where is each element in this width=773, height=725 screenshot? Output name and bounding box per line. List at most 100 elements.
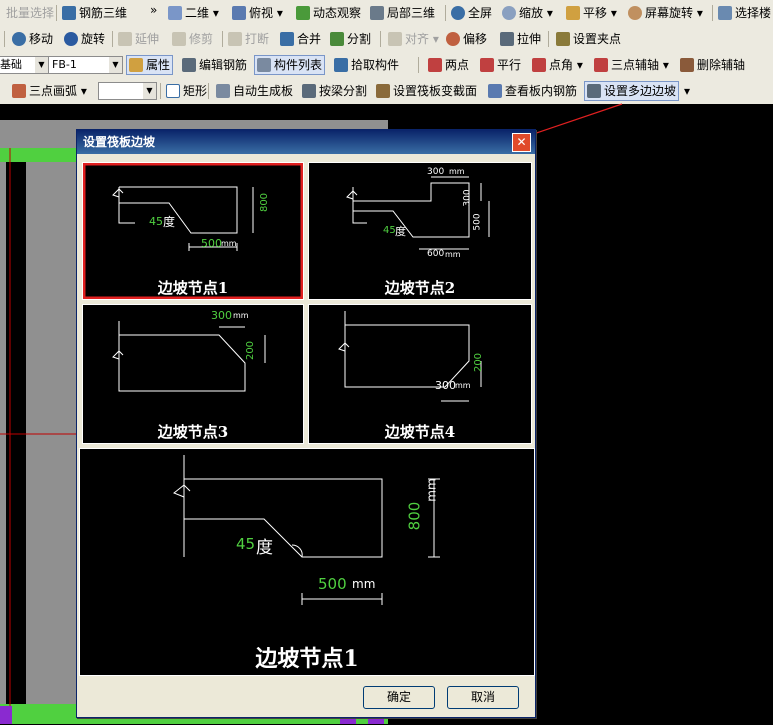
auto-generate-button[interactable]: 自动生成板 xyxy=(216,82,293,100)
zoom-label: 缩放 xyxy=(519,6,544,20)
close-button[interactable]: ✕ xyxy=(512,133,531,152)
screen-rotate-label: 屏幕旋转 xyxy=(645,6,694,20)
set-section-label: 设置筏板变截面 xyxy=(393,84,478,98)
batch-select-button[interactable]: 批量选择 xyxy=(6,4,54,22)
preview-unit-h: mm xyxy=(424,478,439,502)
component-list-label: 构件列表 xyxy=(274,58,323,72)
split-button[interactable]: 分割 xyxy=(330,30,371,48)
two-points-button[interactable]: 两点 xyxy=(428,56,469,74)
merge-label: 合并 xyxy=(297,32,322,46)
component-select[interactable]: FB-1 ▼ xyxy=(48,56,123,74)
three-point-axis-dropdown[interactable]: 三点辅轴 ▾ xyxy=(594,56,669,74)
set-slope-button[interactable]: 设置多边边坡 xyxy=(584,81,680,101)
rotate-button[interactable]: 旋转 xyxy=(64,30,105,48)
slope-node-2-option[interactable]: 300 mm 300 500 45 度 600 mm 边坡节点2 xyxy=(308,162,532,300)
trim-button[interactable]: 修剪 xyxy=(172,30,213,48)
point-angle-dropdown[interactable]: 点角 ▾ xyxy=(532,56,583,74)
move-label: 移动 xyxy=(29,32,54,46)
screen-rotate-dropdown[interactable]: 屏幕旋转 ▾ xyxy=(628,4,703,22)
top-view-dropdown[interactable]: 俯视 ▾ xyxy=(232,4,283,22)
node-4-label: 边坡节点4 xyxy=(384,423,456,441)
properties-icon xyxy=(129,58,143,72)
break-button[interactable]: 打断 xyxy=(228,30,269,48)
dialog-title: 设置筏板边坡 xyxy=(83,135,156,149)
pan-dropdown[interactable]: 平移 ▾ xyxy=(566,4,617,22)
separator xyxy=(4,31,5,47)
rotate-label: 旋转 xyxy=(81,32,106,46)
dynamic-observe-button[interactable]: 动态观察 xyxy=(296,4,361,22)
select-floor-button[interactable]: 选择楼 xyxy=(718,4,771,22)
hand-icon xyxy=(566,6,580,20)
offset-button[interactable]: 偏移 xyxy=(446,30,487,48)
set-slope-label: 设置多边边坡 xyxy=(604,84,677,98)
cancel-button[interactable]: 取消 xyxy=(447,686,519,709)
properties-label: 属性 xyxy=(146,58,171,72)
foundation-value: 基础 xyxy=(0,58,22,71)
cube-icon xyxy=(232,6,246,20)
slope-node-4-option[interactable]: 300 mm 200 边坡节点4 xyxy=(308,304,532,444)
stretch-button[interactable]: 拉伸 xyxy=(500,30,541,48)
pick-icon xyxy=(334,58,348,72)
set-grip-label: 设置夹点 xyxy=(573,32,622,46)
separator xyxy=(548,31,549,47)
fullscreen-button[interactable]: 全屏 xyxy=(451,4,492,22)
slope-node-3-option[interactable]: 300 mm 200 边坡节点3 xyxy=(82,304,304,444)
foundation-select[interactable]: 基础 ▼ xyxy=(0,56,49,74)
component-list-button[interactable]: 构件列表 xyxy=(254,55,326,75)
rebar-3d-button[interactable]: 钢筋三维 xyxy=(62,4,127,22)
toolbar-row-3: 基础 ▼ FB-1 ▼ 属性 编辑钢筋 构件列表 拾取构件 两点 平行 点角 ▾ 三… xyxy=(0,52,773,79)
view-2d-label: 二维 xyxy=(185,6,210,20)
node-2-deg: 度 xyxy=(395,225,406,238)
trim-icon xyxy=(172,32,186,46)
auto-generate-label: 自动生成板 xyxy=(233,84,294,98)
arc-mode-select[interactable]: ▼ xyxy=(98,82,157,100)
edit-rebar-button[interactable]: 编辑钢筋 xyxy=(182,56,247,74)
parallel-button[interactable]: 平行 xyxy=(480,56,521,74)
more-dropdown-icon[interactable]: ▾ xyxy=(684,82,690,100)
split-by-beam-button[interactable]: 按梁分割 xyxy=(302,82,367,100)
merge-button[interactable]: 合并 xyxy=(280,30,321,48)
delete-axis-button[interactable]: 删除辅轴 xyxy=(680,56,745,74)
pick-component-button[interactable]: 拾取构件 xyxy=(334,56,399,74)
move-icon xyxy=(12,32,26,46)
separator xyxy=(112,31,113,47)
edit-rebar-icon xyxy=(182,58,196,72)
preview-label: 边坡节点1 xyxy=(255,646,359,672)
three-point-arc-label: 三点画弧 xyxy=(29,84,78,98)
set-grip-button[interactable]: 设置夹点 xyxy=(556,30,621,48)
edit-rebar-label: 编辑钢筋 xyxy=(199,58,248,72)
node-3-unit-w: mm xyxy=(233,311,249,320)
list-icon xyxy=(257,58,271,72)
magnifier-icon xyxy=(502,6,516,20)
two-points-icon xyxy=(428,58,442,72)
separator xyxy=(712,5,713,21)
properties-button[interactable]: 属性 xyxy=(126,55,174,75)
slope-preview: 45 度 500 mm 800 mm 边坡节点1 xyxy=(79,448,535,676)
move-button[interactable]: 移动 xyxy=(12,30,53,48)
more-chevron-icon[interactable]: » xyxy=(150,1,157,19)
node-2-label: 边坡节点2 xyxy=(384,279,456,297)
extend-button[interactable]: 延伸 xyxy=(118,30,159,48)
slope-node-1-option[interactable]: 45 度 500 mm 800 边坡节点1 xyxy=(82,162,304,300)
three-point-arc-dropdown[interactable]: 三点画弧 ▾ xyxy=(12,82,87,100)
view-rebar-button[interactable]: 查看板内钢筋 xyxy=(488,82,577,100)
preview-dim-h: 800 xyxy=(405,501,424,531)
select-floor-label: 选择楼 xyxy=(735,6,772,20)
stretch-label: 拉伸 xyxy=(517,32,542,46)
node-3-dim-w: 300 xyxy=(211,309,232,322)
two-points-label: 两点 xyxy=(445,58,470,72)
local-3d-icon xyxy=(370,6,384,20)
align-label: 对齐 xyxy=(405,32,430,46)
rect-button[interactable]: 矩形 xyxy=(166,82,207,100)
break-icon xyxy=(228,32,242,46)
zoom-dropdown[interactable]: 缩放 ▾ xyxy=(502,4,553,22)
local-3d-button[interactable]: 局部三维 xyxy=(370,4,435,22)
separator xyxy=(56,5,57,21)
view-2d-dropdown[interactable]: 二维 ▾ xyxy=(168,4,219,22)
preview-deg: 度 xyxy=(256,538,273,558)
view-2d-icon xyxy=(168,6,182,20)
set-section-button[interactable]: 设置筏板变截面 xyxy=(376,82,477,100)
ok-button[interactable]: 确定 xyxy=(363,686,435,709)
align-dropdown[interactable]: 对齐 ▾ xyxy=(388,30,439,48)
arc-icon xyxy=(12,84,26,98)
